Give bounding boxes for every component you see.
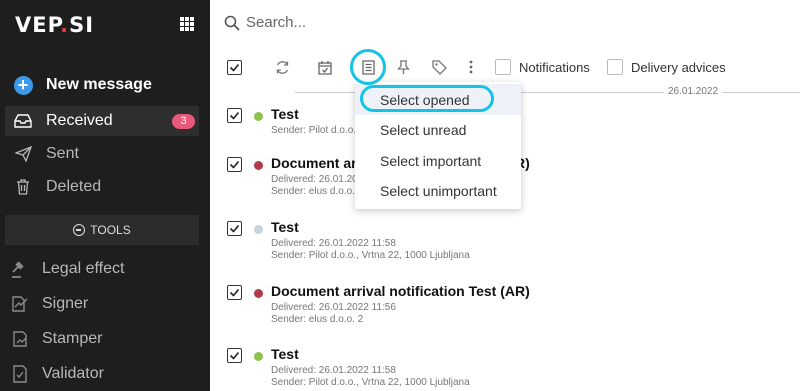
message-title: Test xyxy=(271,106,299,122)
sidebar-item-received[interactable]: Received 3 xyxy=(5,106,199,136)
message-delivered: Delivered: 26.01.2022 11:56 xyxy=(271,302,396,313)
message-checkbox[interactable] xyxy=(227,348,242,363)
status-dot xyxy=(254,112,263,121)
message-checkbox[interactable] xyxy=(227,108,242,123)
menu-item-select-important[interactable]: Select important xyxy=(355,145,521,176)
inbox-icon xyxy=(13,111,33,131)
delivery-advices-filter-label: Delivery advices xyxy=(631,60,726,75)
select-menu-icon[interactable] xyxy=(359,58,377,76)
search-icon xyxy=(224,15,240,36)
status-dot xyxy=(254,289,263,298)
tools-section-toggle[interactable]: TOOLS xyxy=(5,215,199,245)
message-delivered: Delivered: 26.01.2022 11:58 xyxy=(271,365,396,376)
message-delivered: Delivered: 26.01.2022 11:58 xyxy=(271,238,396,249)
sidebar-item-validator[interactable]: Validator xyxy=(0,359,210,389)
search-bar xyxy=(224,12,524,34)
trash-icon xyxy=(13,177,33,197)
message-toolbar: Notifications Delivery advices xyxy=(210,52,800,82)
message-title: Test xyxy=(271,346,299,362)
unread-count-badge: 3 xyxy=(172,114,195,129)
notifications-filter-checkbox[interactable] xyxy=(495,59,511,75)
tag-icon[interactable] xyxy=(430,58,448,76)
menu-item-select-opened[interactable]: Select opened xyxy=(355,84,521,115)
message-title: Test xyxy=(271,219,299,235)
message-row[interactable]: Document arrival notification Test (AR) … xyxy=(222,283,800,345)
stamp-icon xyxy=(10,329,30,349)
app-logo[interactable]: VEP.SI xyxy=(15,13,94,37)
delivery-advices-filter-checkbox[interactable] xyxy=(607,59,623,75)
signature-icon xyxy=(10,294,30,314)
date-divider-label: 26.01.2022 xyxy=(664,86,723,97)
message-sender: Sender: Pilot d.o.o., Vrtna 22, 1000 Lju… xyxy=(271,250,470,261)
calendar-check-icon[interactable] xyxy=(316,58,334,76)
select-dropdown-menu: Select opened Select unread Select impor… xyxy=(355,82,521,209)
message-row[interactable]: Test Delivered: 26.01.2022 11:58 Sender:… xyxy=(222,219,800,281)
validate-icon xyxy=(10,364,30,384)
apps-grid-icon[interactable] xyxy=(180,17,194,31)
sidebar-item-deleted[interactable]: Deleted xyxy=(0,172,210,202)
search-input[interactable] xyxy=(246,14,506,31)
message-sender: Sender: elus d.o.o. 2 xyxy=(271,186,364,197)
refresh-icon[interactable] xyxy=(273,58,291,76)
sidebar: VEP.SI + New message Received 3 Sent Del… xyxy=(0,0,210,391)
gavel-icon xyxy=(10,259,30,279)
plus-icon: + xyxy=(13,75,33,95)
status-dot xyxy=(254,352,263,361)
message-checkbox[interactable] xyxy=(227,221,242,236)
sidebar-item-legal-effect[interactable]: Legal effect xyxy=(0,254,210,284)
collapse-icon xyxy=(73,224,86,236)
status-dot xyxy=(254,225,263,234)
sidebar-item-stamper[interactable]: Stamper xyxy=(0,324,210,354)
status-dot xyxy=(254,161,263,170)
sidebar-item-signer[interactable]: Signer xyxy=(0,289,210,319)
send-icon xyxy=(13,144,33,164)
message-row[interactable]: Test Delivered: 26.01.2022 11:58 Sender:… xyxy=(222,346,800,391)
menu-item-select-unimportant[interactable]: Select unimportant xyxy=(355,175,521,206)
new-message-button[interactable]: + New message xyxy=(0,70,210,100)
pin-icon[interactable] xyxy=(394,58,412,76)
sidebar-item-sent[interactable]: Sent xyxy=(0,139,210,169)
message-checkbox[interactable] xyxy=(227,285,242,300)
notifications-filter-label: Notifications xyxy=(519,60,590,75)
message-title: Document arrival notification Test (AR) xyxy=(271,283,530,299)
menu-item-select-unread[interactable]: Select unread xyxy=(355,114,521,145)
message-sender: Sender: elus d.o.o. 2 xyxy=(271,314,364,325)
select-all-checkbox[interactable] xyxy=(225,58,243,76)
message-sender: Sender: Pilot d.o.o. xyxy=(271,125,357,136)
message-sender: Sender: Pilot d.o.o., Vrtna 22, 1000 Lju… xyxy=(271,377,470,388)
more-options-icon[interactable] xyxy=(462,58,480,76)
message-checkbox[interactable] xyxy=(227,157,242,172)
